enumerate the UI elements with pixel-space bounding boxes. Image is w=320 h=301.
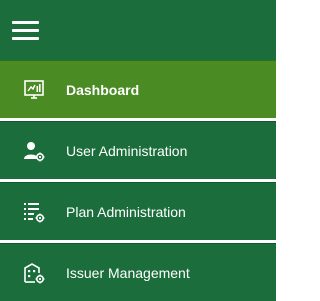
list-gear-icon (24, 203, 45, 223)
user-gear-icon (24, 142, 45, 162)
sidebar: Dashboard User Administration Plan Admin… (0, 0, 276, 301)
sidebar-item-label: Issuer Management (66, 265, 190, 281)
building-gear-icon (24, 263, 45, 284)
sidebar-item-label: Dashboard (66, 82, 140, 98)
sidebar-header (0, 0, 276, 60)
sidebar-item-user-administration[interactable]: User Administration (0, 121, 276, 179)
sidebar-item-issuer-management[interactable]: Issuer Management (0, 243, 276, 301)
sidebar-item-dashboard[interactable]: Dashboard (0, 60, 276, 118)
sidebar-item-label: User Administration (66, 143, 188, 159)
hamburger-menu-icon[interactable] (12, 15, 42, 45)
dashboard-monitor-icon (24, 80, 44, 99)
sidebar-item-label: Plan Administration (66, 204, 186, 220)
sidebar-item-plan-administration[interactable]: Plan Administration (0, 182, 276, 240)
